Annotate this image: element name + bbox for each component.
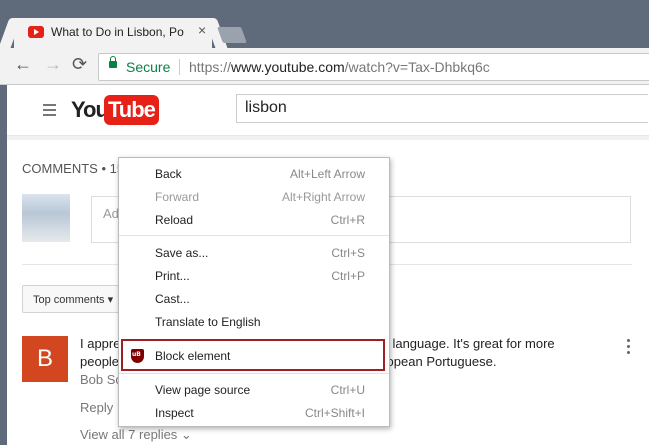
comment-author[interactable]: Bob Sc (80, 372, 122, 387)
menu-item-shortcut: Ctrl+R (330, 213, 365, 227)
forward-arrow-icon[interactable]: → (44, 54, 62, 75)
context-menu-cast[interactable]: Cast... (119, 288, 389, 310)
ublock-shield-icon (131, 349, 144, 363)
browser-toolbar: ← → ⟳ Secure https://www.youtube.com/wat… (0, 48, 649, 85)
tab-strip: What to Do in Lisbon, Po × (0, 0, 649, 48)
comment-text-fragment: own language. It's great for more (365, 336, 555, 351)
url-host: www.youtube.com (231, 59, 345, 75)
reload-icon[interactable]: ⟳ (72, 54, 87, 75)
menu-item-label: Inspect (155, 406, 194, 420)
menu-icon[interactable] (43, 104, 56, 119)
context-menu-view-source[interactable]: View page source Ctrl+U (119, 379, 389, 401)
menu-item-shortcut: Alt+Left Arrow (289, 167, 365, 181)
comment-placeholder: Ad (103, 206, 119, 221)
menu-item-label: Forward (155, 190, 200, 204)
browser-tab-active[interactable]: What to Do in Lisbon, Po × (14, 18, 212, 48)
context-menu-save-as[interactable]: Save as... Ctrl+S (119, 242, 389, 264)
context-menu-translate[interactable]: Translate to English (119, 311, 389, 333)
menu-item-label: Cast... (155, 292, 190, 306)
menu-item-shortcut: Alt+Right Arrow (281, 190, 365, 204)
header-shadow (7, 136, 649, 140)
url-path: /watch?v=Tax-Dhbkq6c (344, 59, 490, 75)
context-menu-block-element[interactable]: Block element (119, 345, 389, 367)
window-edge (0, 85, 7, 445)
search-input[interactable]: lisbon (236, 94, 648, 123)
comment-text-fragment: people (80, 354, 120, 369)
context-menu-forward[interactable]: Forward Alt+Right Arrow (119, 186, 389, 208)
menu-separator (119, 235, 389, 236)
comment-text-fragment: I appre (80, 336, 121, 351)
menu-separator (119, 373, 389, 374)
menu-item-label: Translate to English (155, 315, 261, 329)
menu-item-label: View page source (155, 383, 251, 397)
secure-label: Secure (126, 59, 171, 75)
tab-close-icon[interactable]: × (198, 22, 206, 38)
comment-text-fragment: uropean Portuguese. (375, 354, 497, 369)
url-scheme: https:// (189, 59, 232, 75)
new-tab-button[interactable] (217, 27, 247, 43)
sort-comments-button[interactable]: Top comments ▾ (22, 285, 132, 313)
menu-item-label: Save as... (155, 246, 209, 260)
tab-title: What to Do in Lisbon, Po (51, 25, 184, 39)
menu-item-label: Block element (155, 349, 231, 363)
youtube-logo-tube[interactable]: Tube (104, 95, 159, 125)
commenter-avatar[interactable]: B (22, 336, 68, 382)
url-text: https://www.youtube.com/watch?v=Tax-Dhbk… (189, 59, 490, 75)
lock-icon (109, 56, 117, 68)
context-menu-inspect[interactable]: Inspect Ctrl+Shift+I (119, 402, 389, 424)
context-menu-back[interactable]: Back Alt+Left Arrow (119, 163, 389, 185)
reply-button[interactable]: Reply (80, 400, 113, 415)
back-arrow-icon[interactable]: ← (14, 54, 32, 75)
menu-item-label: Print... (155, 269, 190, 283)
youtube-logo-you[interactable]: You (71, 97, 109, 123)
context-menu-print[interactable]: Print... Ctrl+P (119, 265, 389, 287)
menu-item-label: Back (155, 167, 182, 181)
youtube-favicon-icon (28, 26, 44, 38)
address-bar[interactable]: Secure https://www.youtube.com/watch?v=T… (98, 53, 649, 81)
view-replies-link[interactable]: View all 7 replies ⌄ (80, 427, 192, 443)
menu-item-shortcut: Ctrl+Shift+I (304, 406, 365, 420)
menu-item-shortcut: Ctrl+U (330, 383, 365, 397)
menu-item-label: Reload (155, 213, 194, 227)
menu-item-shortcut: Ctrl+S (331, 246, 365, 260)
youtube-header: You Tube lisbon (7, 85, 649, 136)
comments-count-heading: COMMENTS • 15 (22, 161, 125, 176)
more-actions-icon[interactable] (627, 339, 631, 357)
context-menu-reload[interactable]: Reload Ctrl+R (119, 209, 389, 231)
menu-item-shortcut: Ctrl+P (331, 269, 365, 283)
address-separator (179, 59, 180, 75)
context-menu: Back Alt+Left Arrow Forward Alt+Right Ar… (118, 157, 390, 427)
user-avatar-thumbnail (22, 194, 70, 242)
